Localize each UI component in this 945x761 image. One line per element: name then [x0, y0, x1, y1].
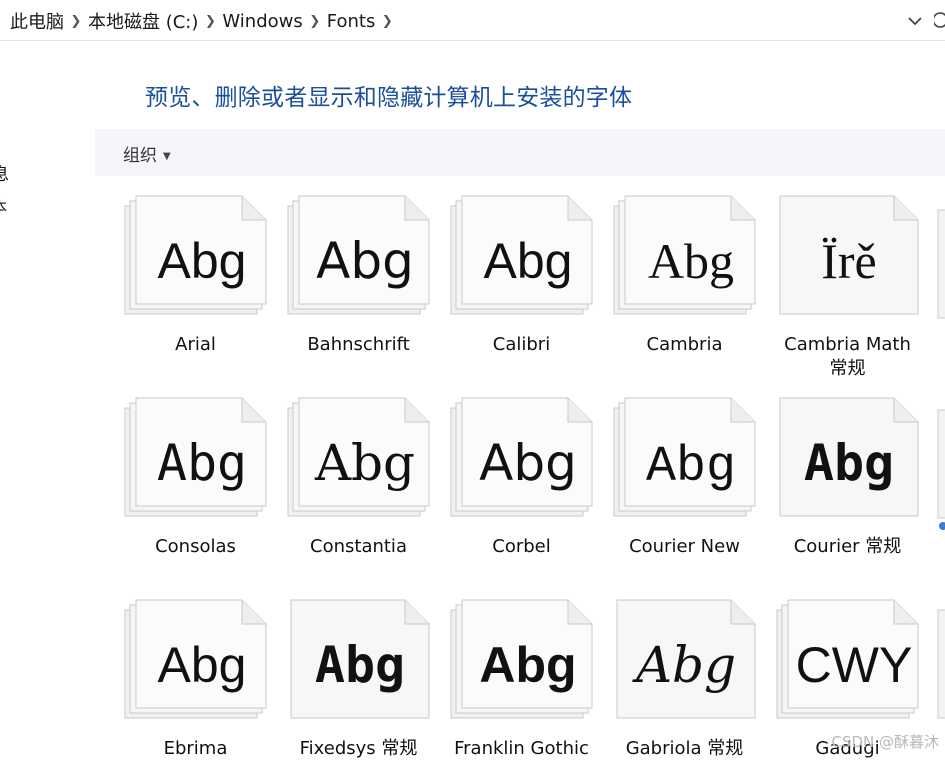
address-bar[interactable]: 此电脑 ❯ 本地磁盘 (C:) ❯ Windows ❯ Fonts ❯ — [0, 0, 945, 41]
organize-menu-button[interactable]: 组织 ▼ — [123, 141, 171, 166]
command-bar: 组织 ▼ — [95, 129, 945, 176]
font-name-line: Ebrima — [163, 738, 228, 759]
breadcrumb-this-pc[interactable]: 此电脑 — [10, 8, 64, 34]
font-sample-text: Abg — [314, 434, 415, 492]
font-style-line: 常规 — [829, 358, 866, 379]
font-name-line: Courier New — [629, 536, 740, 557]
font-name: Cambria — [597, 333, 772, 357]
font-name: Arial — [108, 333, 283, 357]
font-name: Corbel — [434, 535, 609, 559]
font-name: Gabriola 常规 — [597, 737, 772, 761]
font-sample-text: CWY — [796, 637, 913, 693]
font-sample-text: Abg — [479, 434, 577, 492]
font-name-line: Fixedsys 常规 — [299, 738, 418, 759]
font-name-line: Corbel — [492, 536, 551, 557]
font-name-line: Cambria Math — [784, 334, 911, 355]
font-file-icon: Abg — [290, 599, 430, 719]
font-family-icon: Abg — [287, 397, 430, 517]
font-family-icon: Abg — [613, 397, 756, 517]
font-name: Cambria Math 常规 — [760, 333, 935, 381]
breadcrumb-local-disk[interactable]: 本地磁盘 (C:) — [88, 8, 198, 34]
font-family-icon: Abg — [124, 599, 267, 719]
font-name: Ebrima — [108, 737, 283, 761]
font-sample-text: Abg — [315, 636, 405, 694]
font-name-line: Franklin Gothic — [454, 738, 589, 759]
font-family-icon: Abg — [450, 195, 593, 315]
font-sample-text: Abg — [632, 636, 736, 694]
font-sample-text: Abg — [157, 434, 247, 492]
chevron-right-icon[interactable]: ❯ — [64, 14, 88, 29]
font-name: Franklin Gothic — [434, 737, 609, 761]
font-name-line: Gabriola 常规 — [625, 738, 744, 759]
font-file-icon: Abg — [616, 599, 756, 719]
refresh-icon[interactable] — [934, 10, 945, 30]
font-name: Fixedsys 常规 — [271, 737, 446, 761]
font-sample-text: Abg — [158, 637, 247, 693]
caret-down-icon: ▼ — [163, 150, 171, 162]
clipped-column-edge — [937, 209, 945, 719]
font-family-icon: Abg — [124, 397, 267, 517]
font-file-icon: Abg — [779, 397, 919, 517]
font-sample-text: Abg — [804, 434, 894, 492]
font-name: Courier 常规 — [760, 535, 935, 559]
chevron-down-icon[interactable] — [906, 12, 924, 30]
font-name-line: Bahnschrift — [307, 334, 410, 355]
font-sample-text: Ïrě — [821, 233, 877, 289]
font-family-icon: Abg — [124, 195, 267, 315]
chevron-right-icon[interactable]: ❯ — [198, 14, 222, 29]
font-name-line: Constantia — [310, 536, 407, 557]
font-sample-text: Abg — [479, 637, 576, 693]
chevron-right-icon[interactable]: ❯ — [303, 14, 327, 29]
font-name-line: Courier 常规 — [793, 536, 902, 557]
font-name: Constantia — [271, 535, 446, 559]
font-name: Courier New — [597, 535, 772, 559]
font-sample-text: Abg — [646, 439, 736, 496]
font-family-icon: Abg — [613, 195, 756, 315]
font-sample-text: Abg — [316, 232, 414, 290]
breadcrumb-windows[interactable]: Windows — [222, 11, 302, 32]
font-sample-text: Abg — [484, 233, 573, 289]
font-family-icon: Abg — [450, 599, 593, 719]
organize-label: 组织 — [123, 146, 157, 166]
nav-item[interactable]: 息 — [0, 160, 9, 185]
font-file-icon: Ïrě — [779, 195, 919, 315]
font-name: Calibri — [434, 333, 609, 357]
font-name-line: Consolas — [155, 536, 236, 557]
watermark: CSDN @酥暮沐 — [831, 733, 939, 751]
font-family-icon: Abg — [287, 195, 430, 315]
font-family-icon: CWY — [776, 599, 919, 719]
font-name: Consolas — [108, 535, 283, 559]
font-family-icon: Abg — [450, 397, 593, 517]
font-name-line: Cambria — [646, 334, 723, 355]
breadcrumb-fonts[interactable]: Fonts — [327, 11, 376, 32]
font-name: Bahnschrift — [271, 333, 446, 357]
page-title: 预览、删除或者显示和隐藏计算机上安装的字体 — [145, 85, 633, 111]
font-name-line: Calibri — [492, 334, 551, 355]
chevron-right-icon[interactable]: ❯ — [375, 14, 399, 29]
nav-item[interactable]: 本 — [0, 196, 7, 217]
breadcrumb: 此电脑 ❯ 本地磁盘 (C:) ❯ Windows ❯ Fonts ❯ — [10, 8, 399, 34]
font-name-line: Arial — [175, 334, 216, 355]
font-sample-text: Abg — [158, 233, 247, 289]
font-sample-text: Abg — [648, 233, 734, 289]
